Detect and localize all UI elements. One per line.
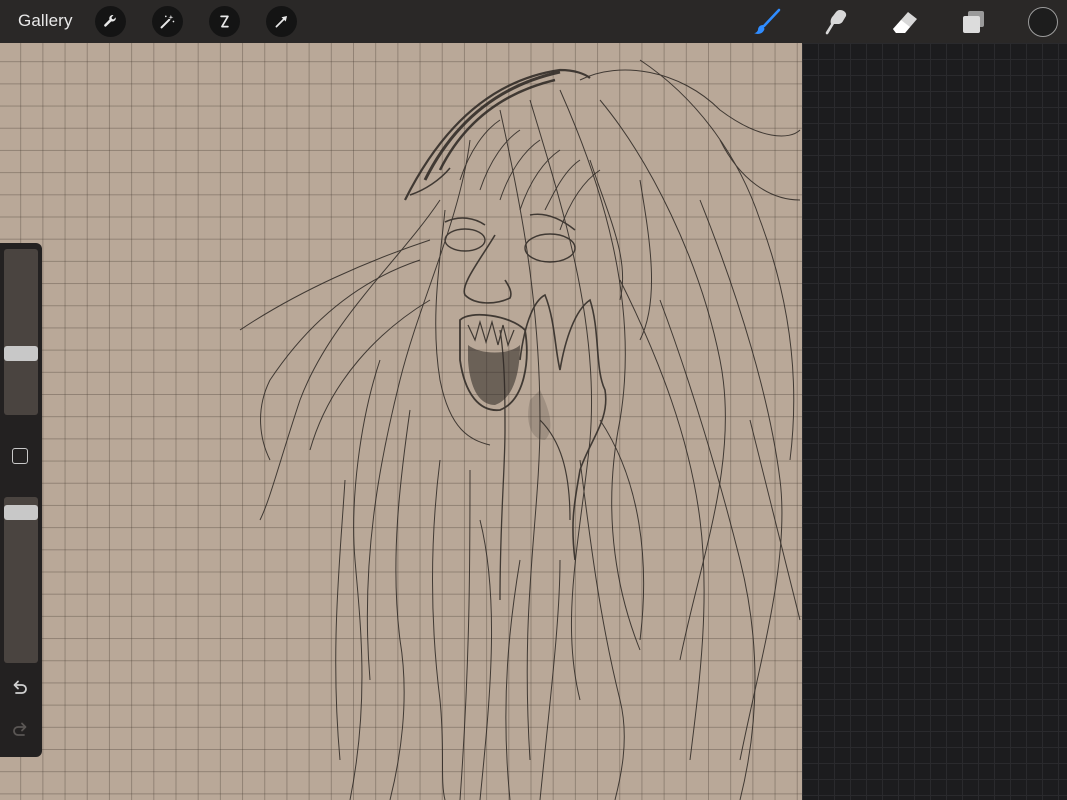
eraser-icon[interactable] (890, 7, 920, 37)
wrench-icon[interactable] (95, 6, 126, 37)
square-icon[interactable] (12, 448, 28, 464)
brush-size-thumb[interactable] (4, 345, 38, 361)
brush-icon[interactable] (752, 7, 782, 37)
opacity-thumb[interactable] (4, 504, 38, 520)
selection-s-icon[interactable] (209, 6, 240, 37)
color-picker-swatch[interactable] (1028, 7, 1058, 37)
sidebar (0, 243, 42, 757)
brush-size-slider[interactable] (4, 249, 38, 415)
magic-wand-icon[interactable] (152, 6, 183, 37)
gallery-button[interactable]: Gallery (18, 11, 73, 31)
redo-icon[interactable] (10, 721, 30, 741)
opacity-slider[interactable] (4, 497, 38, 663)
undo-icon[interactable] (10, 679, 30, 699)
layers-icon[interactable] (959, 7, 989, 37)
drawing-canvas[interactable] (0, 43, 802, 800)
arrow-cursor-icon[interactable] (266, 6, 297, 37)
top-toolbar: Gallery (0, 0, 1067, 43)
canvas-background (802, 43, 1067, 800)
sketch-artwork (239, 59, 801, 800)
smudge-finger-icon[interactable] (821, 7, 851, 37)
